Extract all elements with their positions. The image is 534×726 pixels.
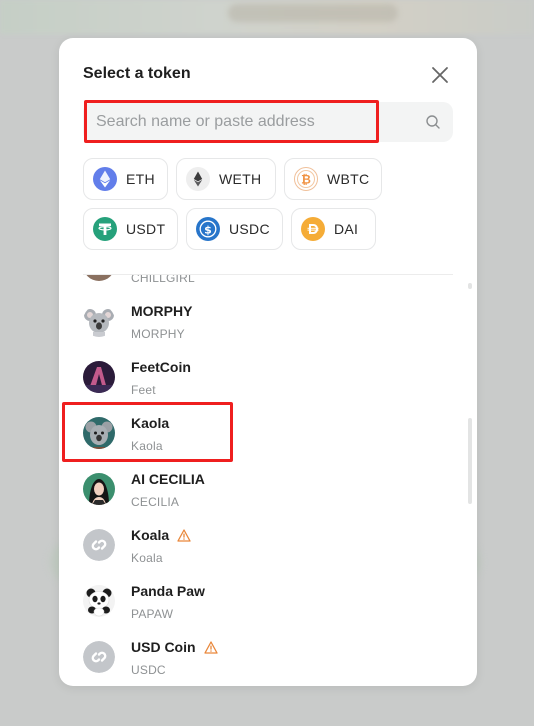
close-icon [432,67,448,83]
token-name: Koala [131,527,191,543]
token-row[interactable]: Panda Paw PAPAW [59,573,459,629]
token-symbol: MORPHY [131,327,185,341]
token-symbol: CECILIA [131,495,180,509]
token-symbol: USDC [131,663,166,677]
svg-text:$: $ [204,223,212,236]
token-row[interactable]: USD Coin USDC [59,629,459,685]
token-select-modal: Select a token ETH WETH ₿ [59,38,477,686]
token-name: USD Coin [131,639,218,655]
wbtc-logo-icon: ₿ [294,167,318,191]
panda-avatar [83,585,115,617]
kaola-avatar [83,417,115,449]
usdc-logo-icon: $ [196,217,220,241]
koala-avatar [83,305,115,337]
token-name: FeetCoin [131,359,191,375]
dai-logo-icon [301,217,325,241]
chip-label: WETH [219,171,262,187]
cecilia-avatar [83,473,115,505]
token-list[interactable]: CHILLGIRL MORPHY MORPHY FeetCoin Feet Ka… [59,275,477,686]
scrollbar-top [468,283,472,289]
warning-icon [177,528,191,542]
token-symbol: Kaola [131,439,163,453]
token-symbol: PAPAW [131,607,174,621]
chip-label: WBTC [327,171,370,187]
search-input[interactable] [83,102,413,142]
token-symbol: Feet [131,383,156,397]
token-name-text: USD Coin [131,639,196,655]
unknown-token-icon [83,641,115,673]
feet-avatar [83,361,115,393]
token-row[interactable]: CHILLGIRL [59,275,459,293]
close-button[interactable] [429,64,451,86]
common-token-dai[interactable]: DAI [291,208,376,250]
chip-label: USDC [229,221,270,237]
token-symbol: Koala [131,551,163,565]
token-row[interactable]: FeetCoin Feet [59,349,459,405]
scrollbar-thumb[interactable] [468,418,472,504]
search-box[interactable] [83,102,453,142]
token-row[interactable]: Kaola Kaola [59,405,459,461]
token-name: Panda Paw [131,583,205,599]
token-row[interactable]: Koala Koala [59,517,459,573]
common-token-eth[interactable]: ETH [83,158,168,200]
token-name: MORPHY [131,303,193,319]
common-token-weth[interactable]: WETH [176,158,276,200]
token-name: Kaola [131,415,170,431]
chip-label: ETH [126,171,155,187]
warning-icon [203,640,218,654]
token-row[interactable]: AI CECILIA CECILIA [59,461,459,517]
unknown-token-icon [83,529,115,561]
token-name-text: Koala [131,527,170,543]
eth-logo-icon [93,167,117,191]
token-symbol: CHILLGIRL [131,275,195,285]
usdt-logo-icon [93,217,117,241]
common-token-wbtc[interactable]: ₿ WBTC [284,158,382,200]
svg-text:₿: ₿ [301,173,311,187]
weth-logo-icon [186,167,210,191]
token-name: AI CECILIA [131,471,205,487]
search-icon[interactable] [425,114,441,130]
chillgirl-avatar [83,275,115,281]
token-row[interactable]: MORPHY MORPHY [59,293,459,349]
chip-label: DAI [334,221,359,237]
common-token-usdc[interactable]: $ USDC [186,208,283,250]
modal-title: Select a token [83,65,191,82]
chip-label: USDT [126,221,166,237]
backdrop-nav [228,4,398,22]
common-token-usdt[interactable]: USDT [83,208,178,250]
